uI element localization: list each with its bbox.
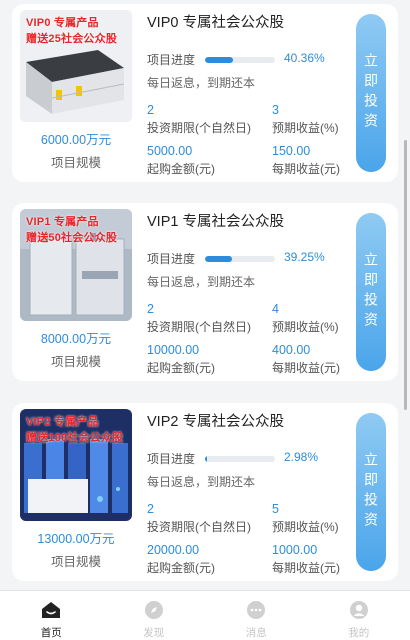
expected-yield-label: 预期收益(%) <box>272 520 339 534</box>
promo-line-1: VIP1 专属产品 <box>26 216 99 228</box>
progress-fill <box>205 57 234 63</box>
investment-period-label: 投资期限(个自然日) <box>147 320 251 334</box>
repayment-method: 每日返息，到期还本 <box>147 76 256 90</box>
invest-now-button[interactable]: 立即投资 <box>356 14 386 172</box>
promo-line-2: 赠送100社会公众股 <box>26 432 124 444</box>
product-image: VIP2 专属产品 赠送100社会公众股 <box>20 409 132 521</box>
product-image: VIP0 专属产品 赠送25社会公众股 <box>20 10 132 122</box>
product-card[interactable]: VIP2 专属产品 赠送100社会公众股 13000.00万元 项目规模 VIP… <box>12 403 398 581</box>
expected-yield-value: 5 <box>272 502 279 516</box>
progress-label: 项目进度 <box>147 452 196 466</box>
expected-yield-label: 预期收益(%) <box>272 320 339 334</box>
tab-messages[interactable]: 消息 <box>205 591 308 640</box>
project-scale-label: 项目规模 <box>50 555 101 569</box>
progress-bar <box>205 256 275 262</box>
expected-yield-value: 4 <box>272 302 279 316</box>
project-scale-value: 13000.00万元 <box>37 532 115 546</box>
promo-line-1: VIP2 专属产品 <box>26 416 99 428</box>
tab-mine[interactable]: 我的 <box>308 591 410 640</box>
home-icon <box>42 602 61 618</box>
product-card[interactable]: VIP1 专属产品 赠送50社会公众股 8000.00万元 项目规模 VIP1 … <box>12 203 398 381</box>
invest-now-button[interactable]: 立即投资 <box>356 213 386 371</box>
period-income-value: 1000.00 <box>272 543 318 557</box>
invest-now-label: 立即投资 <box>363 452 379 532</box>
product-title: VIP2 专属社会公众股 <box>147 414 284 430</box>
project-scale-value: 6000.00万元 <box>40 133 112 147</box>
min-amount-value: 20000.00 <box>147 543 200 557</box>
scrollbar[interactable] <box>404 140 407 410</box>
min-amount-value: 5000.00 <box>147 144 193 158</box>
user-icon <box>349 601 368 619</box>
invest-now-label: 立即投资 <box>363 252 379 332</box>
period-income-value: 150.00 <box>272 144 311 158</box>
product-card[interactable]: VIP0 专属产品 赠送25社会公众股 6000.00万元 项目规模 VIP0 … <box>12 4 398 182</box>
tab-label: 消息 <box>245 627 267 639</box>
product-title: VIP1 专属社会公众股 <box>147 214 284 230</box>
progress-label: 项目进度 <box>147 252 196 266</box>
progress-percent: 2.98% <box>284 450 319 464</box>
period-income-label: 每期收益(元) <box>272 162 340 176</box>
tab-discover[interactable]: 发现 <box>103 591 206 640</box>
repayment-method: 每日返息，到期还本 <box>147 475 256 489</box>
progress-bar <box>205 456 275 462</box>
min-amount-label: 起购金额(元) <box>147 162 215 176</box>
repayment-method: 每日返息，到期还本 <box>147 275 256 289</box>
invest-now-button[interactable]: 立即投资 <box>356 413 386 571</box>
investment-period-label: 投资期限(个自然日) <box>147 520 251 534</box>
project-scale-value: 8000.00万元 <box>40 332 112 346</box>
investment-period-value: 2 <box>147 502 154 516</box>
invest-now-label: 立即投资 <box>363 53 379 133</box>
min-amount-label: 起购金额(元) <box>147 561 215 575</box>
tab-home[interactable]: 首页 <box>0 591 103 640</box>
progress-percent: 39.25% <box>284 250 325 264</box>
progress-percent: 40.36% <box>284 51 325 65</box>
min-amount-value: 10000.00 <box>147 343 200 357</box>
progress-bar <box>205 57 275 63</box>
min-amount-label: 起购金额(元) <box>147 361 215 375</box>
progress-label: 项目进度 <box>147 53 196 67</box>
investment-period-value: 2 <box>147 103 154 117</box>
progress-fill <box>205 256 233 262</box>
promo-line-2: 赠送50社会公众股 <box>26 232 118 244</box>
expected-yield-value: 3 <box>272 103 279 117</box>
product-title: VIP0 专属社会公众股 <box>147 15 284 31</box>
promo-line-2: 赠送25社会公众股 <box>26 33 118 45</box>
bottom-tab-bar: 首页 发现 消息 我的 <box>0 590 410 640</box>
investment-period-value: 2 <box>147 302 154 316</box>
period-income-label: 每期收益(元) <box>272 361 340 375</box>
expected-yield-label: 预期收益(%) <box>272 121 339 135</box>
compass-icon <box>144 601 163 619</box>
period-income-value: 400.00 <box>272 343 311 357</box>
tab-label: 我的 <box>348 627 370 639</box>
project-scale-label: 项目规模 <box>50 355 101 369</box>
period-income-label: 每期收益(元) <box>272 561 340 575</box>
investment-period-label: 投资期限(个自然日) <box>147 121 251 135</box>
progress-fill <box>205 456 208 462</box>
message-icon <box>247 601 266 619</box>
product-image: VIP1 专属产品 赠送50社会公众股 <box>20 209 132 321</box>
tab-label: 发现 <box>143 627 165 639</box>
project-scale-label: 项目规模 <box>50 156 101 170</box>
promo-line-1: VIP0 专属产品 <box>26 17 99 29</box>
product-list: VIP0 专属产品 赠送25社会公众股 6000.00万元 项目规模 VIP0 … <box>0 0 410 590</box>
tab-label: 首页 <box>40 627 62 639</box>
